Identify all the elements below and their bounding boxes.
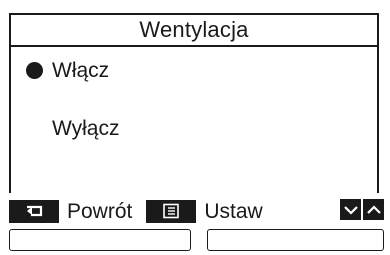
option-on[interactable]: Włącz [26,55,109,85]
chevron-up-icon[interactable] [363,199,384,220]
right-soft-button[interactable] [207,229,384,251]
set-label: Ustaw [204,199,263,223]
chevron-down-icon[interactable] [340,199,361,220]
menu-list-icon[interactable] [146,199,197,223]
option-on-label: Włącz [52,58,110,82]
navigation-arrows [338,199,384,220]
page-title: Wentylacja [139,17,249,42]
footer-bar: Powrót Ustaw [9,198,384,224]
left-soft-button[interactable] [9,229,191,251]
option-off-label: Wyłącz [52,116,120,140]
selected-dot-icon [26,61,43,79]
unselected-marker [26,120,43,137]
option-off[interactable]: Wyłącz [26,113,119,143]
return-arrow-icon[interactable] [9,199,59,223]
remote-controller-screen: Wentylacja Włącz Wyłącz Powrót Ustaw [0,0,390,255]
title-bar: Wentylacja [9,13,379,47]
back-label: Powrót [67,199,133,223]
